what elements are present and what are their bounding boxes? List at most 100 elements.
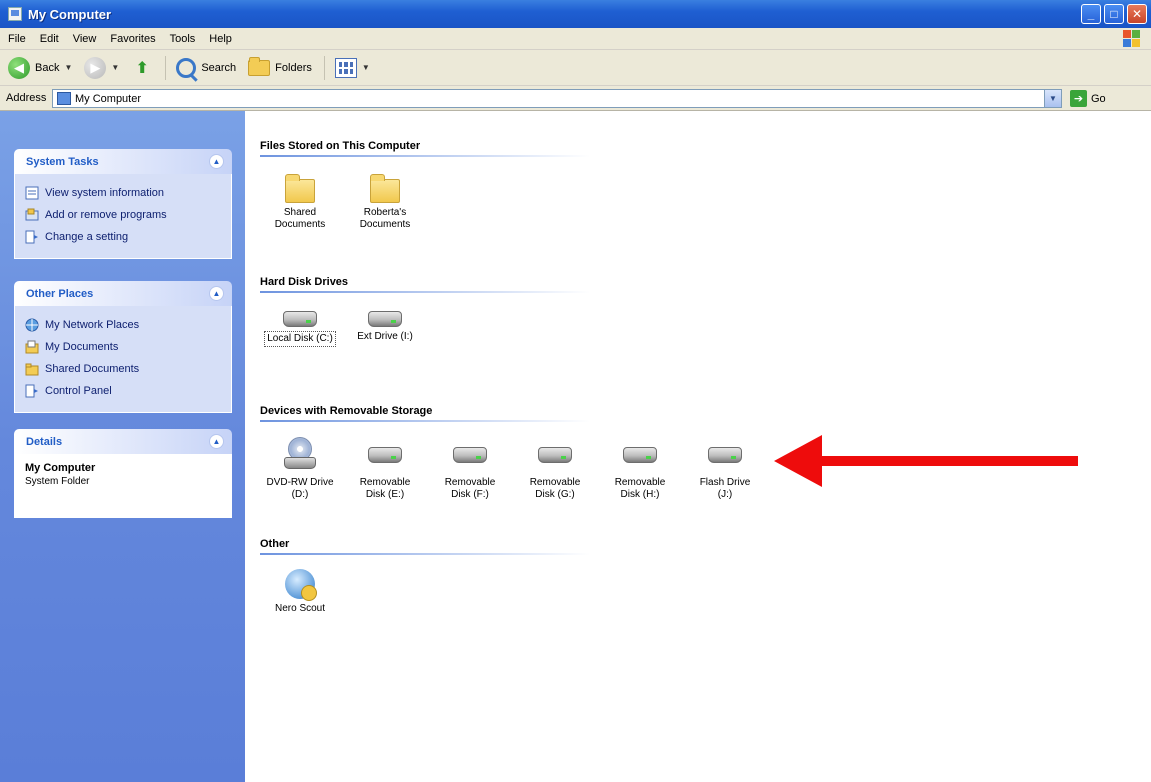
item-label: DVD-RW Drive (D:)	[266, 477, 334, 500]
shared-documents-item[interactable]: Shared Documents	[259, 173, 341, 231]
back-button[interactable]: ◀ Back ▼	[8, 56, 72, 79]
shared-documents-link[interactable]: Shared Documents	[25, 358, 221, 380]
removable-drive-icon	[453, 447, 487, 463]
flash-drive-j-item[interactable]: Flash Drive (J:)	[684, 437, 766, 501]
control-panel-icon	[25, 384, 38, 398]
removable-disk-g-item[interactable]: Removable Disk (G:)	[514, 437, 596, 501]
chevron-down-icon[interactable]: ▼	[1044, 90, 1061, 107]
robertas-documents-item[interactable]: Roberta's Documents	[344, 173, 426, 231]
content-pane: Files Stored on This Computer Shared Docu…	[245, 111, 1151, 782]
up-folder-icon: ⬆	[135, 59, 150, 77]
view-system-information-link[interactable]: View system information	[25, 182, 221, 204]
forward-arrow-icon: ▶	[84, 56, 107, 79]
menu-edit[interactable]: Edit	[40, 33, 59, 45]
folders-button[interactable]: Folders	[248, 56, 312, 76]
group-divider	[260, 420, 590, 422]
system-tasks-header[interactable]: System Tasks ▲	[14, 149, 232, 174]
folders-label: Folders	[275, 61, 312, 74]
search-button[interactable]: Search	[176, 57, 237, 78]
system-info-icon	[25, 186, 39, 200]
forward-button[interactable]: ▶ ▼	[84, 56, 119, 79]
hard-drive-icon	[283, 311, 317, 327]
item-label: Removable Disk (G:)	[529, 477, 581, 500]
local-disk-c-item[interactable]: Local Disk (C:)	[259, 301, 341, 347]
removable-disk-h-item[interactable]: Removable Disk (H:)	[599, 437, 681, 501]
nero-scout-item[interactable]: Nero Scout	[259, 569, 341, 615]
group-divider	[260, 291, 590, 293]
menu-file[interactable]: File	[8, 33, 26, 45]
menu-view[interactable]: View	[73, 33, 97, 45]
address-label: Address	[6, 92, 47, 104]
removable-drive-icon	[538, 447, 572, 463]
menu-favorites[interactable]: Favorites	[110, 33, 155, 45]
chevron-down-icon[interactable]: ▼	[362, 63, 370, 72]
menu-tools[interactable]: Tools	[170, 33, 196, 45]
address-value: My Computer	[75, 92, 142, 105]
link-label: Change a setting	[45, 231, 129, 243]
annotation-arrow-shaft	[820, 456, 1078, 466]
collapse-chevron-icon[interactable]: ▲	[209, 154, 224, 169]
removable-drive-icon	[368, 447, 402, 463]
flash-drive-icon	[708, 447, 742, 463]
item-label: Local Disk (C:)	[264, 331, 336, 347]
toolbar-separator	[165, 55, 167, 80]
item-label: Ext Drive (I:)	[357, 331, 413, 342]
collapse-chevron-icon[interactable]: ▲	[209, 286, 224, 301]
my-documents-link[interactable]: My Documents	[25, 336, 221, 358]
other-places-header[interactable]: Other Places ▲	[14, 281, 232, 306]
my-documents-icon	[25, 340, 39, 354]
change-setting-link[interactable]: Change a setting	[25, 226, 221, 248]
group-header-removable: Devices with Removable Storage	[260, 405, 590, 422]
dvd-drive-icon	[284, 437, 316, 473]
window-controls: _ □ ✕	[1081, 4, 1147, 24]
details-type: System Folder	[25, 476, 90, 487]
address-input[interactable]: My Computer ▼	[52, 89, 1062, 108]
chevron-down-icon[interactable]: ▼	[111, 63, 119, 72]
folder-icon	[285, 174, 315, 203]
network-places-icon	[25, 318, 39, 332]
my-computer-icon	[8, 7, 22, 21]
go-button[interactable]: ➔ Go	[1070, 90, 1106, 107]
go-label: Go	[1091, 92, 1106, 105]
details-panel: Details ▲ My Computer System Folder	[14, 429, 232, 518]
item-label: Nero Scout	[274, 603, 326, 614]
control-panel-link[interactable]: Control Panel	[25, 380, 221, 402]
my-network-places-link[interactable]: My Network Places	[25, 314, 221, 336]
system-tasks-panel: System Tasks ▲ View system information A…	[14, 149, 232, 259]
removable-disk-e-item[interactable]: Removable Disk (E:)	[344, 437, 426, 501]
ext-drive-i-item[interactable]: Ext Drive (I:)	[344, 301, 426, 343]
chevron-down-icon[interactable]: ▼	[64, 63, 72, 72]
link-label: View system information	[45, 187, 165, 199]
details-title: Details	[26, 435, 63, 448]
item-label: Removable Disk (E:)	[359, 477, 411, 500]
up-button[interactable]: ⬆	[131, 57, 153, 79]
annotation-arrow-head	[774, 435, 822, 487]
menu-help[interactable]: Help	[209, 33, 232, 45]
dvd-rw-drive-d-item[interactable]: DVD-RW Drive (D:)	[259, 437, 341, 501]
link-label: Control Panel	[45, 385, 112, 397]
collapse-chevron-icon[interactable]: ▲	[209, 434, 224, 449]
details-name: My Computer	[25, 462, 96, 474]
add-remove-programs-icon	[25, 208, 39, 221]
link-label: Shared Documents	[45, 363, 140, 375]
views-button[interactable]: ▼	[334, 57, 370, 78]
maximize-button[interactable]: □	[1104, 4, 1124, 24]
link-label: My Documents	[45, 341, 119, 353]
title-bar[interactable]: My Computer _ □ ✕	[0, 0, 1151, 28]
details-header[interactable]: Details ▲	[14, 429, 232, 454]
item-label: Removable Disk (H:)	[614, 477, 666, 500]
add-remove-programs-link[interactable]: Add or remove programs	[25, 204, 221, 226]
hard-drive-icon	[368, 311, 402, 327]
task-pane: System Tasks ▲ View system information A…	[0, 111, 245, 782]
control-panel-icon	[25, 230, 38, 244]
close-button[interactable]: ✕	[1127, 4, 1147, 24]
minimize-button[interactable]: _	[1081, 4, 1101, 24]
windows-logo-icon	[1123, 30, 1141, 48]
back-arrow-icon: ◀	[8, 56, 30, 79]
address-bar: Address My Computer ▼ ➔ Go	[0, 86, 1151, 111]
other-places-title: Other Places	[26, 287, 94, 300]
search-label: Search	[201, 61, 237, 74]
other-places-list: My Network Places My Documents Shared Do…	[14, 306, 232, 413]
removable-disk-f-item[interactable]: Removable Disk (F:)	[429, 437, 511, 501]
group-header-files: Files Stored on This Computer	[260, 140, 590, 157]
